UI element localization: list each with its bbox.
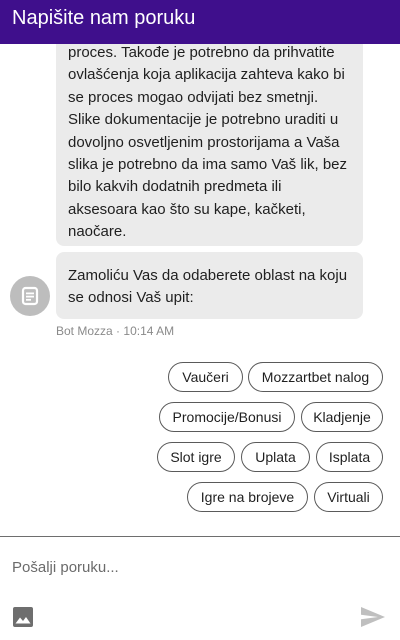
message-line: se odnosi Vaš upit: bbox=[68, 289, 194, 307]
quick-reply-mozzartbet-nalog[interactable]: Mozzartbet nalog bbox=[248, 362, 383, 392]
message-bubble: proces. Takođe je potrebno da prihvatite… bbox=[56, 12, 363, 246]
quick-reply-igre-na-brojeve[interactable]: Igre na brojeve bbox=[187, 482, 308, 512]
message-meta: Bot Mozza · 10:14 AM bbox=[56, 324, 174, 338]
send-button[interactable] bbox=[359, 605, 387, 629]
quick-reply-slot-igre[interactable]: Slot igre bbox=[157, 442, 235, 472]
send-icon bbox=[361, 607, 385, 627]
message-line: proces. Takođe je potrebno da prihvatite bbox=[68, 44, 335, 61]
message-line: Slike dokumentacije je potrebno uraditi … bbox=[68, 111, 339, 129]
message-line: aksesoara kao što su kape, kačketi, bbox=[68, 200, 306, 218]
meta-separator: · bbox=[116, 324, 121, 338]
message-composer bbox=[0, 536, 400, 640]
message-list[interactable]: proces. Takođe je potrebno da prihvatite… bbox=[0, 0, 400, 536]
message-line: Zamoliću Vas da odaberete oblast na koju bbox=[68, 267, 348, 284]
quick-reply-isplata[interactable]: Isplata bbox=[316, 442, 383, 472]
sender-name: Bot Mozza bbox=[56, 324, 113, 338]
quick-reply-uplata[interactable]: Uplata bbox=[241, 442, 310, 472]
bot-message-icon bbox=[21, 286, 39, 306]
message-line: naočare. bbox=[68, 223, 127, 241]
quick-reply-kladjenje[interactable]: Kladjenje bbox=[301, 402, 383, 432]
chat-window: proces. Takođe je potrebno da prihvatite… bbox=[0, 0, 400, 640]
image-icon bbox=[13, 607, 33, 627]
header-title: Napišite nam poruku bbox=[12, 7, 196, 29]
message-line: bilo kakvih dodatnih predmeta ili bbox=[68, 178, 282, 196]
message-time: 10:14 AM bbox=[123, 324, 175, 338]
message-line: se proces mogao odvijati bez smetnji. bbox=[68, 88, 319, 106]
message-line: dovoljno osvetljenim prostorijama a Vaša bbox=[68, 133, 340, 151]
message-line: ovlašćenja koja aplikacija zahteva kako … bbox=[68, 66, 345, 84]
chat-header: Napišite nam poruku bbox=[0, 0, 400, 44]
message-line: slika je potrebno da ima samo Vaš lik, b… bbox=[68, 156, 348, 174]
quick-reply-virtuali[interactable]: Virtuali bbox=[314, 482, 383, 512]
bot-avatar bbox=[10, 276, 50, 316]
message-bubble: Zamoliću Vas da odaberete oblast na koju… bbox=[56, 252, 363, 319]
quick-reply-vauceri[interactable]: Vaučeri bbox=[168, 362, 243, 392]
quick-reply-promocije-bonusi[interactable]: Promocije/Bonusi bbox=[159, 402, 295, 432]
message-input[interactable] bbox=[12, 555, 382, 579]
attach-image-button[interactable] bbox=[11, 605, 35, 629]
